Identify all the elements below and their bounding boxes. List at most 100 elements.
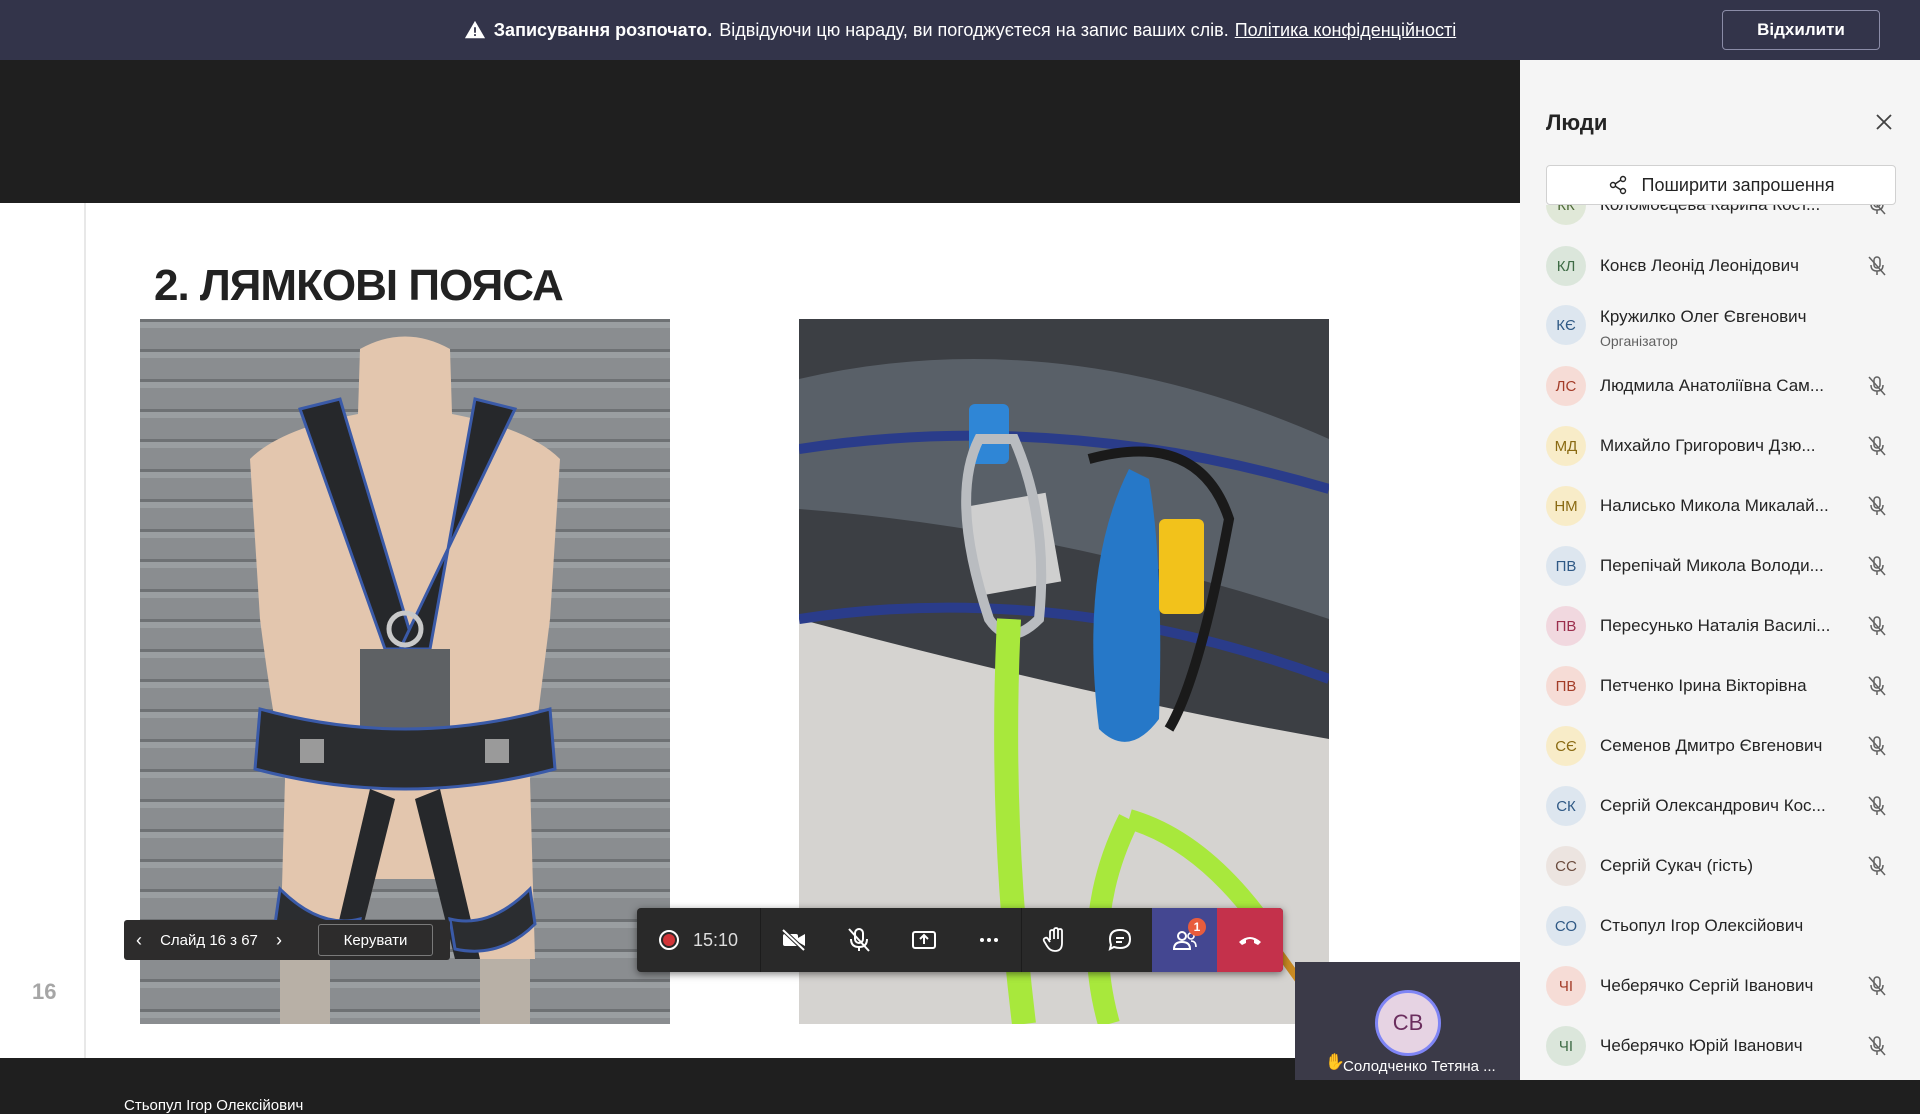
participant-name: Сергій Сукач (гість)	[1600, 856, 1754, 875]
slide-number: 16	[32, 979, 57, 1004]
call-timer: 15:10	[693, 929, 739, 950]
participant-name: Коломоєцева Карина Кост...	[1600, 205, 1820, 215]
avatar: СС	[1546, 846, 1586, 886]
avatar: ЧІ	[1546, 1026, 1586, 1066]
chat-icon	[1108, 928, 1131, 951]
dismiss-button[interactable]: Відхилити	[1722, 10, 1880, 50]
camera-off-button[interactable]	[761, 908, 826, 972]
mic-muted-icon	[1868, 976, 1886, 996]
participant-row[interactable]: ПВ Пересунько Наталія Василі...	[1520, 596, 1920, 656]
slide-title: 2. ЛЯМКОВІ ПОЯСА	[154, 261, 564, 310]
people-panel: Люди Поширити запрошення КК Коломоєцева К…	[1520, 60, 1920, 1080]
recording-indicator: 15:10	[637, 908, 761, 972]
participant-row[interactable]: ЛС Людмила Анатоліївна Сам...	[1520, 356, 1920, 416]
next-slide-icon[interactable]: ›	[264, 930, 294, 951]
avatar: ЛС	[1546, 366, 1586, 406]
warning-icon	[464, 20, 485, 39]
participant-row[interactable]: МД Михайло Григорович Дзю...	[1520, 416, 1920, 476]
mic-muted-icon	[1868, 736, 1886, 756]
leave-call-button[interactable]	[1217, 908, 1283, 972]
banner-text: Відвідуючи цю нараду, ви погоджуєтеся на…	[719, 19, 1229, 40]
mic-muted-icon	[1868, 616, 1886, 636]
participant-name: Кружилко Олег Євгенович	[1600, 307, 1807, 326]
close-icon[interactable]	[1872, 110, 1896, 134]
participant-row[interactable]: ЧІ Чеберячко Сергій Іванович	[1520, 956, 1920, 1016]
mic-muted-icon	[1868, 496, 1886, 516]
panel-title: Люди	[1546, 110, 1608, 135]
mic-off-icon	[847, 928, 870, 952]
share-screen-icon	[911, 931, 936, 949]
participant-name: Пересунько Наталія Василі...	[1600, 616, 1831, 635]
mic-muted-icon	[1868, 256, 1886, 276]
mic-muted-icon	[1868, 1036, 1886, 1056]
participant-name: Михайло Григорович Дзю...	[1600, 436, 1816, 455]
participant-row[interactable]: НМ Налисько Микола Микалай...	[1520, 476, 1920, 536]
mic-muted-icon	[1868, 856, 1886, 876]
participant-row[interactable]: СО Стьопул Ігор Олексійович	[1520, 896, 1920, 956]
participant-name: Чеберячко Юрій Іванович	[1600, 1036, 1803, 1055]
avatar: КЄ	[1546, 305, 1586, 345]
participant-row[interactable]: СС Сергій Сукач (гість)	[1520, 836, 1920, 896]
participant-name: Солодченко Тетяна ...	[1343, 1058, 1496, 1075]
camera-off-icon	[781, 928, 805, 952]
participant-row[interactable]: КК Коломоєцева Карина Кост...	[1520, 205, 1920, 235]
participant-role: Організатор	[1600, 333, 1678, 349]
participant-row[interactable]: ПВ Петченко Ірина Вікторівна	[1520, 656, 1920, 716]
avatar: ПВ	[1546, 606, 1586, 646]
participant-name: Конєв Леонід Леонідович	[1600, 256, 1800, 275]
avatar: СО	[1546, 906, 1586, 946]
avatar: ПВ	[1546, 546, 1586, 586]
share-icon	[1609, 175, 1626, 195]
more-icon	[979, 938, 998, 942]
mic-muted-icon	[1868, 436, 1886, 456]
slide-navigator: ‹ Слайд 16 з 67 › Керувати	[124, 920, 450, 960]
participant-row[interactable]: КЄ Кружилко Олег Євгенович Організатор	[1520, 295, 1920, 355]
avatar: ЧІ	[1546, 966, 1586, 1006]
mic-muted-icon	[1868, 556, 1886, 576]
share-invite-button[interactable]: Поширити запрошення	[1546, 165, 1896, 205]
presenter-name: Стьопул Ігор Олексійович	[124, 1097, 304, 1114]
recording-banner: Записування розпочато. Відвідуючи цю нар…	[0, 0, 1920, 60]
participant-row[interactable]: СЄ Семенов Дмитро Євгенович	[1520, 716, 1920, 776]
slide-counter: Слайд 16 з 67	[160, 931, 258, 949]
participant-row[interactable]: ПВ Перепічай Микола Володи...	[1520, 536, 1920, 596]
hang-up-icon	[1239, 937, 1261, 945]
privacy-policy-link[interactable]: Політика конфіденційності	[1235, 20, 1456, 41]
participant-name: Людмила Анатоліївна Сам...	[1600, 376, 1825, 395]
raised-hand-icon: ✋	[1325, 1054, 1345, 1071]
raise-hand-button[interactable]	[1022, 908, 1087, 972]
mic-off-button[interactable]	[826, 908, 891, 972]
participant-tile[interactable]: СВ ✋ Солодченко Тетяна ...	[1295, 962, 1520, 1080]
avatar: КК	[1546, 205, 1586, 225]
mic-muted-icon	[1868, 676, 1886, 696]
participants-badge: 1	[1188, 918, 1206, 936]
avatar: СЄ	[1546, 726, 1586, 766]
previous-slide-icon[interactable]: ‹	[124, 930, 154, 951]
share-invite-label: Поширити запрошення	[1641, 174, 1835, 195]
participant-name: Сергій Олександрович Кос...	[1600, 796, 1826, 815]
participants-button[interactable]: 1	[1152, 908, 1217, 972]
chat-button[interactable]	[1087, 908, 1152, 972]
participant-name: Налисько Микола Микалай...	[1600, 496, 1829, 515]
call-controls: 15:10 1	[637, 908, 1283, 972]
participant-name: Стьопул Ігор Олексійович	[1600, 916, 1804, 935]
mic-muted-icon	[1868, 796, 1886, 816]
participant-row[interactable]: ЧІ Чеберячко Юрій Іванович	[1520, 1016, 1920, 1076]
participant-name: Чеберячко Сергій Іванович	[1600, 976, 1814, 995]
more-actions-button[interactable]	[956, 908, 1021, 972]
mic-muted-icon	[1868, 376, 1886, 396]
manage-button[interactable]: Керувати	[318, 924, 433, 956]
share-screen-button[interactable]	[891, 908, 956, 972]
avatar: СК	[1546, 786, 1586, 826]
participant-list: КК Коломоєцева Карина Кост... КЛ Конєв Леон…	[1520, 205, 1920, 1080]
avatar: КЛ	[1546, 246, 1586, 286]
avatar: ПВ	[1546, 666, 1586, 706]
participant-row[interactable]: СК Сергій Олександрович Кос...	[1520, 776, 1920, 836]
participant-name: Семенов Дмитро Євгенович	[1600, 736, 1823, 755]
harness-mannequin-photo	[140, 319, 670, 1024]
participant-name: Перепічай Микола Володи...	[1600, 556, 1824, 575]
avatar: МД	[1546, 426, 1586, 466]
participant-row[interactable]: КЛ Конєв Леонід Леонідович	[1520, 236, 1920, 296]
hand-icon	[1042, 927, 1063, 952]
banner-bold-text: Записування розпочато.	[493, 19, 713, 40]
